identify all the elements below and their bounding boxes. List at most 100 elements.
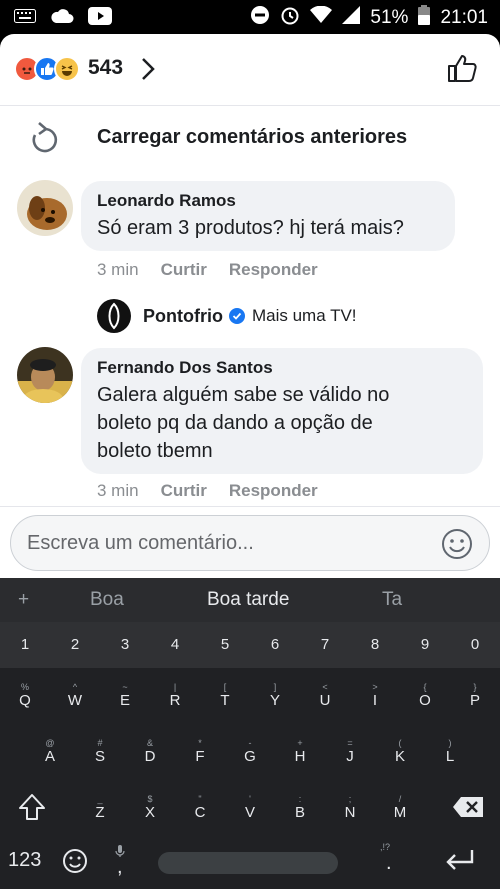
key-9[interactable]: 9 xyxy=(415,636,435,653)
emoji-icon[interactable] xyxy=(441,528,473,565)
reply-comment-button[interactable]: Responder xyxy=(229,260,318,280)
key-7[interactable]: 7 xyxy=(315,636,335,653)
comment-actions: 3 min Curtir Responder xyxy=(97,260,340,280)
number-row: 1 2 3 4 5 6 7 8 9 0 xyxy=(0,622,500,668)
key-n[interactable]: ; N xyxy=(335,794,365,821)
reload-icon xyxy=(30,122,60,161)
key-r[interactable]: | R xyxy=(160,682,190,709)
comment-actions: 3 min Curtir Responder xyxy=(97,481,340,501)
comment-text: Só eram 3 produtos? hj terá mais? xyxy=(97,217,404,239)
key-t[interactable]: [T xyxy=(210,682,240,709)
battery-icon xyxy=(418,5,431,31)
enter-key-icon[interactable] xyxy=(444,848,476,879)
comment-text-line: boleto pq da dando a opção de xyxy=(97,412,373,434)
pontofrio-avatar xyxy=(97,299,131,333)
shift-key-icon[interactable] xyxy=(15,792,49,827)
comment-time: 3 min xyxy=(97,481,139,500)
soft-keyboard: + Boa Boa tarde Ta 1 2 3 4 5 6 7 8 9 0 %… xyxy=(0,578,500,889)
key-u[interactable]: < U xyxy=(310,682,340,709)
comment-author[interactable]: Fernando Dos Santos xyxy=(97,358,467,378)
key-x[interactable]: $ X xyxy=(135,794,165,821)
keyboard-icon xyxy=(14,9,36,28)
comma-key[interactable]: , xyxy=(117,856,123,879)
reactions-summary[interactable] xyxy=(14,56,80,82)
key-v[interactable]: ' V xyxy=(235,794,265,821)
key-m[interactable]: / M xyxy=(385,794,415,821)
status-bar: 51% 21:01 xyxy=(0,0,500,34)
key-d[interactable]: & D xyxy=(135,738,165,765)
load-previous-label: Carregar comentários anteriores xyxy=(97,126,408,148)
period-key-alternates: ,!? xyxy=(380,842,391,852)
battery-percent: 51% xyxy=(370,7,409,28)
key-y[interactable]: ] Y xyxy=(260,682,290,709)
like-comment-button[interactable]: Curtir xyxy=(161,481,207,501)
chevron-right-icon[interactable] xyxy=(140,56,156,87)
symbols-key[interactable]: 123 xyxy=(8,849,41,872)
space-bar[interactable] xyxy=(158,852,338,874)
key-l[interactable]: ) L xyxy=(435,738,465,765)
key-0[interactable]: 0 xyxy=(465,636,485,653)
signal-icon xyxy=(342,6,361,30)
do-not-disturb-icon xyxy=(250,5,270,31)
key-b[interactable]: :B xyxy=(285,794,315,821)
load-previous-comments[interactable]: Carregar comentários anteriores xyxy=(0,120,500,160)
like-button-icon[interactable] xyxy=(446,52,478,89)
avatar[interactable] xyxy=(17,347,73,403)
suggestion-add[interactable]: + xyxy=(18,589,29,611)
youtube-icon xyxy=(88,7,112,30)
reply-preview[interactable]: Pontofrio Mais uma TV! xyxy=(97,299,357,333)
key-p[interactable]: } P xyxy=(460,682,490,709)
reply-comment-button[interactable]: Responder xyxy=(229,481,318,501)
emoji-key-icon[interactable] xyxy=(62,848,88,879)
key-4[interactable]: 4 xyxy=(165,636,185,653)
reply-author: Pontofrio xyxy=(143,305,223,326)
comment-bubble[interactable]: Fernando Dos Santos Galera alguém sabe s… xyxy=(81,348,483,474)
comments-sheet: 543 Carregar comentários anteriores Leon… xyxy=(0,34,500,578)
key-s[interactable]: # S xyxy=(85,738,115,765)
key-w[interactable]: ^ W xyxy=(60,682,90,709)
suggestion-3[interactable]: Ta xyxy=(382,589,402,611)
key-c[interactable]: " C xyxy=(185,794,215,821)
avatar[interactable] xyxy=(17,180,73,236)
key-i[interactable]: > I xyxy=(360,682,390,709)
alarm-icon xyxy=(280,5,300,31)
haha-reaction-icon xyxy=(54,56,80,82)
key-a[interactable]: @ A xyxy=(35,738,65,765)
comment-composer: Escreva um comentário... xyxy=(0,506,500,578)
comment-text: Galera alguém sabe se válido no boleto p… xyxy=(97,381,467,465)
suggestion-1[interactable]: Boa xyxy=(90,589,124,611)
key-o[interactable]: {O xyxy=(410,682,440,709)
suggestion-2[interactable]: Boa tarde xyxy=(207,589,289,611)
comment-input-placeholder: Escreva um comentário... xyxy=(27,532,254,554)
backspace-key-icon[interactable] xyxy=(450,796,486,823)
key-1[interactable]: 1 xyxy=(15,636,35,653)
reaction-count[interactable]: 543 xyxy=(88,56,123,80)
clock: 21:01 xyxy=(440,7,488,28)
reply-text: Mais uma TV! xyxy=(251,306,357,325)
cloud-icon xyxy=(50,8,74,29)
key-z[interactable]: _ Z xyxy=(85,794,115,821)
comment-bubble[interactable]: Leonardo Ramos Só eram 3 produtos? hj te… xyxy=(81,181,455,251)
comment-input[interactable]: Escreva um comentário... xyxy=(10,515,490,571)
key-q[interactable]: % Q xyxy=(10,682,40,709)
wifi-icon xyxy=(310,5,333,30)
comment-text-line: Galera alguém sabe se válido no xyxy=(97,384,390,406)
key-f[interactable]: * F xyxy=(185,738,215,765)
key-3[interactable]: 3 xyxy=(115,636,135,653)
key-g[interactable]: -G xyxy=(235,738,265,765)
key-2[interactable]: 2 xyxy=(65,636,85,653)
keyboard-bottom-row: 123 , ,!? . xyxy=(0,840,500,889)
comment-time: 3 min xyxy=(97,260,139,279)
key-6[interactable]: 6 xyxy=(265,636,285,653)
suggestion-bar: + Boa Boa tarde Ta xyxy=(0,578,500,622)
comment-author[interactable]: Leonardo Ramos xyxy=(97,191,439,211)
key-k[interactable]: (K xyxy=(385,738,415,765)
key-j[interactable]: = J xyxy=(335,738,365,765)
key-e[interactable]: ~ E xyxy=(110,682,140,709)
like-comment-button[interactable]: Curtir xyxy=(161,260,207,280)
period-key[interactable]: . xyxy=(386,852,392,875)
key-h[interactable]: + H xyxy=(285,738,315,765)
verified-badge-icon xyxy=(228,308,245,324)
key-5[interactable]: 5 xyxy=(215,636,235,653)
key-8[interactable]: 8 xyxy=(365,636,385,653)
